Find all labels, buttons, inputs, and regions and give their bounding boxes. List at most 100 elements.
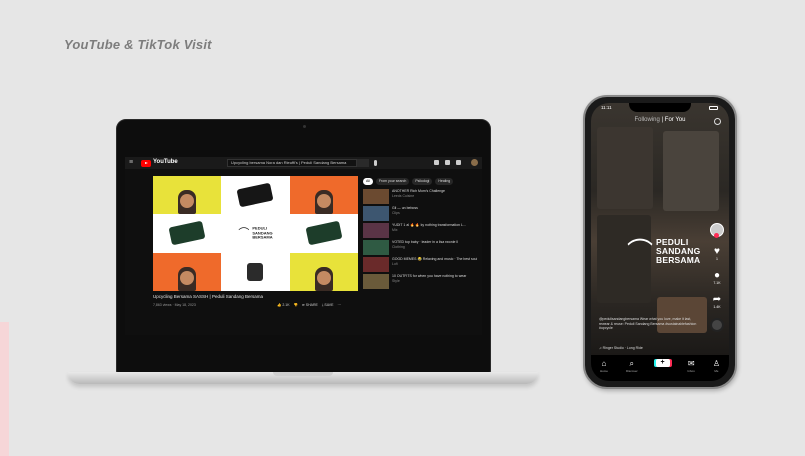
slide: YouTube & TikTok Visit ≡ YouTube Upcycli… — [0, 0, 805, 456]
list-item[interactable]: 10 OUTFITS for when you have nothing to … — [363, 274, 479, 289]
laptop-base — [68, 372, 538, 384]
video-player[interactable]: ⌒ PEDULI SANDANG BERSAMA — [153, 176, 358, 291]
thumbnail[interactable] — [363, 206, 389, 221]
avatar[interactable] — [471, 159, 478, 166]
youtube-logo-icon[interactable] — [141, 160, 151, 167]
tab-following[interactable]: Following — [635, 117, 660, 123]
hanger-icon: ⌒ — [627, 236, 654, 267]
collage-cell — [153, 214, 222, 253]
thumbnail[interactable] — [363, 274, 389, 289]
collage-cell — [289, 214, 358, 253]
nav-label: Home — [599, 369, 608, 373]
list-item[interactable]: VOTED top baby · leader in a lisa rwonle… — [363, 240, 479, 255]
nav-inbox[interactable]: ✉ Inbox — [688, 359, 695, 373]
nav-discover[interactable]: ⌕ Discover — [626, 359, 638, 373]
thumbnail[interactable] — [363, 189, 389, 204]
search-icon[interactable] — [714, 118, 721, 125]
avatar[interactable] — [710, 223, 724, 238]
nav-me[interactable]: ♙ Me — [713, 359, 720, 373]
nav-home[interactable]: ⌂ Home — [600, 359, 608, 373]
action-sidebar: ♥ 1 ● 7.1K ➦ 1.4K — [707, 223, 727, 332]
video-meta: 7,863 views · May 18, 2023 — [153, 303, 196, 307]
phone-notch — [629, 103, 691, 112]
rec-title: GOOD MEMES 😂 Relaxing and music · The be… — [392, 257, 477, 261]
list-item-text: 10 OUTFITS for when you have nothing to … — [392, 274, 477, 289]
like-button[interactable]: 👍 2.1K — [277, 303, 290, 307]
microphone-icon[interactable] — [374, 160, 377, 166]
nav-label: Me — [714, 369, 719, 373]
search-input[interactable]: Upcycling bersama Nora dan Rieuffi's | P… — [227, 159, 357, 167]
list-item-text: YUDIT 1 al 🔥 🔥 ky nothing transformation… — [392, 223, 477, 238]
battery-icon — [709, 106, 718, 110]
thumbnail[interactable] — [363, 223, 389, 238]
brand-logo-text: PEDULI SANDANG BERSAMA — [656, 238, 700, 265]
plus-icon: + — [655, 359, 670, 367]
collage-cell — [289, 176, 358, 215]
chip[interactable]: From your search — [375, 178, 410, 185]
person-figure — [178, 190, 197, 215]
laptop: ≡ YouTube Upcycling bersama Nora dan Rie… — [116, 119, 491, 373]
rec-channel: Clips — [392, 210, 400, 215]
collage-cell — [153, 176, 222, 215]
list-item[interactable]: YUDIT 1 al 🔥 🔥 ky nothing transformation… — [363, 223, 479, 238]
list-item[interactable]: Gli — un beboss Clips — [363, 206, 479, 221]
chair-image — [247, 262, 264, 281]
nav-label: Inbox — [687, 369, 695, 373]
list-item-text: ANOTHER Rich Mom's Challenge Leeds Cuisin… — [392, 189, 477, 204]
video-scene — [597, 127, 653, 209]
thumbnail[interactable] — [363, 257, 389, 272]
youtube-brand[interactable]: YouTube — [153, 159, 178, 165]
list-item[interactable]: ANOTHER Rich Mom's Challenge Leeds Cuisin… — [363, 189, 479, 204]
save-button[interactable]: ⤓ SAVE — [322, 303, 334, 307]
search-button[interactable] — [357, 159, 369, 167]
face — [180, 270, 195, 285]
clothes-pile — [168, 221, 206, 246]
thumbnail[interactable] — [363, 240, 389, 255]
tab-for-you[interactable]: For You — [665, 117, 686, 123]
chip[interactable]: Healing — [435, 178, 454, 185]
home-icon: ⌂ — [601, 359, 607, 368]
more-button[interactable]: ⋯ — [337, 303, 341, 307]
status-time: 11:11 — [601, 105, 612, 110]
rec-channel: Leeds Cuisine — [392, 193, 415, 198]
recommended-list: ANOTHER Rich Mom's Challenge Leeds Cuisin… — [363, 189, 479, 291]
nav-label: Discover — [625, 369, 638, 373]
nav-create[interactable]: + — [655, 359, 670, 367]
chip[interactable]: Psikologi — [412, 178, 433, 185]
dislike-button[interactable]: 👎 — [294, 303, 298, 307]
hanger-icon: ⌒ — [238, 227, 250, 240]
rec-channel: Mix — [392, 227, 398, 232]
share-button[interactable]: ➦ SHARE — [302, 303, 318, 307]
face — [316, 194, 331, 209]
notification-icon[interactable] — [456, 160, 461, 165]
sound-label[interactable]: ♫ Ringer Studio · Long Ride — [599, 346, 643, 350]
collage-cell — [153, 252, 222, 291]
rec-title: YUDIT 1 al 🔥 🔥 ky nothing transformation… — [392, 223, 466, 227]
collage-cell — [221, 176, 290, 215]
like-button[interactable]: ♥ 1 — [714, 246, 720, 261]
clothes-pile — [305, 221, 343, 246]
list-item[interactable]: GOOD MEMES 😂 Relaxing and music · The be… — [363, 257, 479, 272]
rec-channel: Clothing — [392, 244, 405, 249]
face — [316, 270, 331, 285]
video-actions: 👍 2.1K 👎 ➦ SHARE ⤓ SAVE ⋯ — [277, 303, 341, 307]
brand-logo-text: PEDULI SANDANG BERSAMA — [252, 226, 273, 241]
logo-line: BERSAMA — [252, 234, 273, 240]
hamburger-menu-icon[interactable]: ≡ — [129, 159, 133, 167]
phone: 11:11 Following | For You ⌒ PEDULI SANDA… — [583, 95, 737, 389]
face — [180, 194, 195, 209]
rec-channel: Lofi — [392, 261, 398, 266]
bottom-nav: ⌂ Home ⌕ Discover + ✉ Inbox ♙ Me — [591, 355, 729, 381]
collage-cell — [221, 252, 290, 291]
comment-count: 7.1K — [713, 281, 721, 285]
apps-icon[interactable] — [445, 160, 450, 165]
share-button[interactable]: ➦ 1.4K — [713, 294, 721, 309]
comment-button[interactable]: ● 7.1K — [713, 270, 720, 285]
create-icon[interactable] — [434, 160, 439, 165]
webcam-icon — [303, 125, 306, 128]
profile-icon: ♙ — [712, 359, 720, 368]
music-disc-icon[interactable] — [710, 318, 724, 332]
brand-logo: ⌒ PEDULI SANDANG BERSAMA — [238, 226, 273, 241]
chip[interactable]: All — [363, 178, 373, 185]
like-count: 1 — [716, 257, 718, 261]
